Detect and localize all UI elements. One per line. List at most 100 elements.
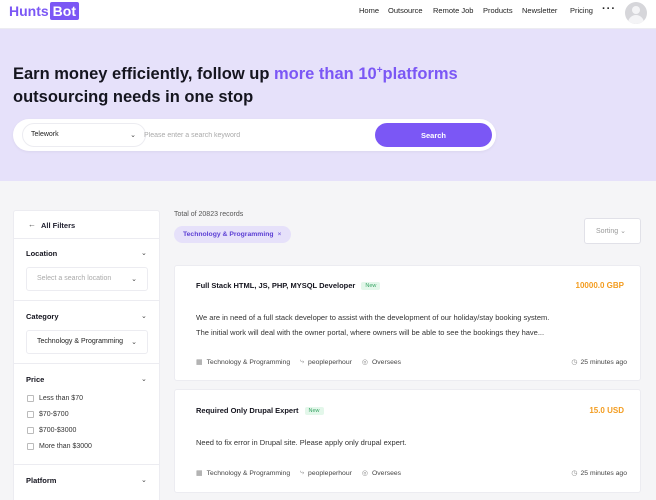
divider (14, 363, 159, 364)
chevron-down-icon[interactable]: ⌄ (141, 312, 147, 320)
divider (14, 300, 159, 301)
checkbox[interactable] (27, 411, 34, 418)
job-price: 15.0 USD (589, 406, 624, 415)
job-category: Technology & Programming (206, 358, 291, 366)
location-pin-icon: ◎ (361, 470, 368, 477)
huntsbot-logo[interactable]: Hunts Bot (9, 1, 79, 21)
location-pin-icon: ◎ (361, 359, 368, 366)
close-icon[interactable]: × (278, 231, 282, 238)
job-description-line: We are in need of a full stack developer… (196, 313, 550, 322)
nav-products[interactable]: Products (483, 6, 513, 15)
job-title[interactable]: Full Stack HTML, JS, PHP, MYSQL Develope… (196, 281, 381, 290)
job-meta: ▦ Technology & Programming ⤷ peopleperhour… (196, 469, 401, 477)
nav-remote-job[interactable]: Remote Job (433, 6, 473, 15)
category-icon: ▦ (196, 470, 203, 477)
job-title-text: Required Only Drupal Expert (196, 406, 299, 415)
price-option-label: More than $3000 (39, 443, 92, 450)
job-description: Need to fix error in Drupal site. Please… (196, 435, 626, 450)
job-description-line: Need to fix error in Drupal site. Please… (196, 438, 407, 447)
job-price: 10000.0 GBP (575, 281, 624, 290)
checkbox[interactable] (27, 395, 34, 402)
job-description-line: The initial work will deal with the owne… (196, 328, 545, 337)
price-option-label: $700-$3000 (39, 427, 77, 434)
nav-home[interactable]: Home (359, 6, 379, 15)
location-select[interactable]: Select a search location ⌄ (26, 267, 148, 291)
job-card[interactable]: Required Only Drupal Expert New 15.0 USD … (174, 389, 641, 493)
search-type-value: Telework (31, 131, 59, 138)
nav-newsletter[interactable]: Newsletter (522, 6, 557, 15)
job-platform: peopleperhour (308, 469, 352, 477)
total-records: Total of 20823 records (174, 211, 244, 218)
price-filter-title[interactable]: Price (26, 375, 44, 384)
chevron-down-icon: ⌄ (131, 338, 137, 346)
chevron-down-icon[interactable]: ⌄ (141, 375, 147, 383)
chevron-down-icon[interactable]: ⌄ (141, 476, 147, 484)
search-type-select[interactable]: Telework ⌄ (22, 123, 146, 147)
nav-pricing[interactable]: Pricing (570, 6, 593, 15)
location-filter-title[interactable]: Location (26, 249, 57, 258)
top-nav-bar: Hunts Bot Home Outsource Remote Job Produ… (0, 0, 656, 29)
chevron-down-icon[interactable]: ⌄ (141, 249, 147, 257)
category-icon: ▦ (196, 359, 203, 366)
job-time-text: 25 minutes ago (580, 358, 627, 366)
avatar-head-shape (632, 6, 640, 14)
chevron-down-icon: ⌄ (130, 132, 136, 139)
job-time-text: 25 minutes ago (580, 469, 627, 477)
all-filters-header[interactable]: ← All Filters (14, 211, 159, 239)
avatar-body-shape (628, 15, 644, 24)
hero-banner: Earn money efficiently, follow up more t… (0, 29, 656, 181)
nav-outsource[interactable]: Outsource (388, 6, 423, 15)
clock-icon: ◷ (571, 359, 578, 366)
platform-icon: ⤷ (300, 358, 305, 365)
category-filter-title[interactable]: Category (26, 312, 59, 321)
job-time: ◷ 25 minutes ago (571, 469, 627, 478)
chip-label: Technology & Programming (183, 231, 274, 238)
price-option-label: Less than $70 (39, 395, 83, 402)
logo-text: Hunts (9, 3, 49, 19)
filter-sidebar: ← All Filters Location ⌄ Select a search… (13, 210, 160, 500)
job-description: We are in need of a full stack developer… (196, 310, 626, 340)
hero-accent-text: more than 10 (273, 65, 377, 83)
search-bar: Telework ⌄ Search (13, 119, 496, 151)
job-time: ◷ 25 minutes ago (571, 358, 627, 367)
user-avatar-icon[interactable] (625, 2, 647, 24)
job-card[interactable]: Full Stack HTML, JS, PHP, MYSQL Develope… (174, 265, 641, 381)
ellipsis-icon[interactable]: ··· (602, 3, 616, 15)
divider (14, 464, 159, 465)
search-button[interactable]: Search (375, 123, 492, 147)
chevron-down-icon: ⌄ (131, 276, 137, 283)
chevron-down-icon: ⌄ (620, 228, 627, 235)
hero-accent-platforms: platforms (382, 65, 458, 83)
price-option[interactable]: Less than $70 (27, 395, 83, 402)
sorting-label: Sorting (596, 228, 619, 235)
sorting-dropdown[interactable]: Sorting ⌄ (584, 218, 641, 244)
search-input[interactable] (144, 123, 374, 147)
job-category: Technology & Programming (206, 469, 291, 477)
new-badge: New (304, 407, 324, 415)
job-platform: peopleperhour (308, 358, 352, 366)
job-location: Oversees (372, 469, 402, 477)
job-title-text: Full Stack HTML, JS, PHP, MYSQL Develope… (196, 281, 356, 290)
price-option-label: $70-$700 (39, 411, 69, 418)
hero-title-text: Earn money efficiently, follow up (13, 65, 274, 83)
platform-filter-title[interactable]: Platform (26, 476, 56, 485)
job-location: Oversees (372, 358, 402, 366)
collapse-arrow-icon[interactable]: ← (28, 220, 36, 229)
new-badge: New (361, 282, 381, 290)
job-meta: ▦ Technology & Programming ⤷ peopleperhour… (196, 358, 401, 366)
job-title[interactable]: Required Only Drupal Expert New (196, 406, 324, 415)
logo-badge: Bot (49, 2, 79, 20)
location-placeholder: Select a search location (37, 275, 112, 282)
category-select[interactable]: Technology & Programming ⌄ (26, 330, 148, 354)
price-option[interactable]: $700-$3000 (27, 427, 76, 434)
active-filter-chip[interactable]: Technology & Programming × (174, 226, 291, 243)
price-option[interactable]: More than $3000 (27, 443, 92, 450)
checkbox[interactable] (27, 443, 34, 450)
price-option[interactable]: $70-$700 (27, 411, 69, 418)
all-filters-label: All Filters (41, 221, 76, 230)
clock-icon: ◷ (571, 470, 578, 477)
hero-title-accent: more than 10+platforms (274, 65, 458, 83)
checkbox[interactable] (27, 427, 34, 434)
platform-icon: ⤷ (300, 469, 305, 476)
hero-title-line2: outsourcing needs in one stop (13, 88, 254, 106)
